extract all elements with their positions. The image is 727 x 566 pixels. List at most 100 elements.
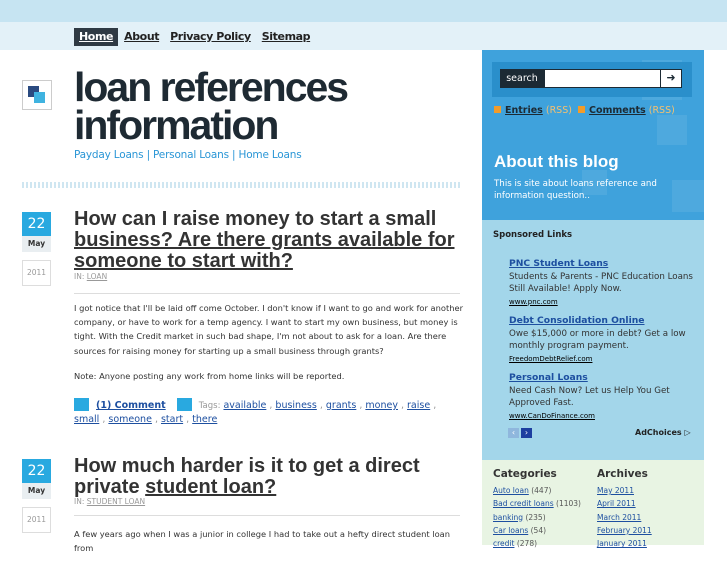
chevron-right-icon[interactable]: › (521, 428, 532, 438)
tag-link[interactable]: business (275, 400, 316, 411)
category-link[interactable]: Bad credit loans (493, 499, 554, 508)
tagline-personal-loans[interactable]: Personal Loans (153, 149, 229, 161)
list-item: March 2011 (597, 511, 652, 524)
rss-icon (494, 106, 501, 113)
rss-tag: (RSS) (648, 105, 675, 116)
sponsored-title: Sponsored Links (493, 230, 573, 240)
archive-link[interactable]: March 2011 (597, 513, 641, 522)
tag-link[interactable]: raise (407, 400, 430, 411)
nav-about[interactable]: About (119, 28, 164, 46)
ad-nav: ‹ › (508, 428, 532, 438)
top-band (0, 0, 727, 22)
ad-title-link[interactable]: Debt Consolidation Online (509, 315, 694, 328)
post-year: 2011 (22, 507, 51, 533)
post-title: How much harder is it to get a direct pr… (74, 456, 464, 498)
archives-title: Archives (597, 468, 648, 480)
list-item: Bad credit loans (1103) (493, 499, 581, 509)
chevron-left-icon[interactable]: ‹ (508, 428, 519, 438)
post-title: How can I raise money to start a small b… (74, 209, 464, 272)
ad-url[interactable]: www.pnc.com (509, 296, 694, 309)
archive-link[interactable]: April 2011 (597, 499, 636, 508)
tag-icon (176, 398, 192, 411)
ad-item: Personal Loans Need Cash Now? Let us Hel… (509, 372, 694, 422)
post-month: May (22, 236, 51, 252)
post-meta: (1) Comment Tags: available , business ,… (74, 398, 437, 425)
nav-home[interactable]: Home (74, 28, 119, 46)
category-link[interactable]: banking (493, 513, 523, 522)
category-link[interactable]: LOAN (87, 272, 107, 281)
tagline-payday-loans[interactable]: Payday Loans (74, 149, 144, 161)
rss-tag: (RSS) (545, 105, 572, 116)
ad-title-link[interactable]: Personal Loans (509, 372, 694, 385)
ad-item: PNC Student Loans Students & Parents - P… (509, 258, 694, 308)
category-link[interactable]: Car loans (493, 526, 528, 535)
rss-entries-link[interactable]: Entries (505, 105, 543, 116)
post-paragraph: A few years ago when I was a junior in c… (74, 529, 450, 554)
tag-link[interactable]: start (161, 414, 183, 425)
post-title-link[interactable]: business? Are there grants available for… (74, 229, 455, 272)
tag-link[interactable]: money (365, 400, 398, 411)
category-prefix: IN: (74, 497, 85, 506)
archives-list: May 2011 April 2011 March 2011 February … (597, 484, 652, 550)
dotted-divider (22, 182, 460, 188)
categories-list: Auto loan (447) Bad credit loans (1103) … (493, 484, 581, 550)
tag-link[interactable]: there (192, 414, 217, 425)
ad-title-link[interactable]: PNC Student Loans (509, 258, 694, 271)
ad-url[interactable]: www.CanDoFinance.com (509, 410, 694, 423)
nav-privacy-policy[interactable]: Privacy Policy (165, 28, 256, 46)
post-divider (74, 515, 460, 516)
post-day: 22 (22, 212, 51, 236)
tag-link[interactable]: grants (326, 400, 356, 411)
comments-link[interactable]: (1) Comment (96, 400, 166, 411)
archive-link[interactable]: May 2011 (597, 486, 634, 495)
adchoices-link[interactable]: AdChoices ▷ (635, 428, 691, 437)
tag-link[interactable]: small (74, 414, 99, 425)
post-date: 22 May 2011 (22, 459, 51, 533)
comment-icon[interactable] (74, 398, 89, 411)
post-category: IN: STUDENT LOAN (74, 497, 145, 506)
post-body: I got notice that I'll be laid off come … (74, 301, 466, 394)
tags-label: Tags: (198, 401, 221, 411)
site-logo-icon[interactable] (22, 80, 52, 110)
archive-link[interactable]: January 2011 (597, 539, 647, 548)
about-text: This is site about loans reference and i… (494, 179, 657, 201)
site-title[interactable]: loan references information (74, 67, 474, 146)
search-label: search (500, 69, 544, 88)
post-body: A few years ago when I was a junior in c… (74, 527, 466, 566)
archive-link[interactable]: February 2011 (597, 526, 652, 535)
tagline-separator: | (146, 149, 151, 161)
ad-text: Students & Parents - PNC Education Loans… (509, 271, 693, 295)
ad-text: Owe $15,000 or more in debt? Get a low m… (509, 328, 686, 352)
tag-link[interactable]: someone (108, 414, 152, 425)
tagline: Payday Loans | Personal Loans | Home Loa… (74, 149, 302, 161)
post-month: May (22, 483, 51, 499)
list-item: banking (235) (493, 512, 546, 522)
category-link[interactable]: credit (493, 539, 514, 548)
rss-icon (578, 106, 585, 113)
list-item: February 2011 (597, 524, 652, 537)
nav-sitemap[interactable]: Sitemap (257, 28, 315, 46)
ad-text: Need Cash Now? Let us Help You Get Appro… (509, 385, 670, 409)
list-item: Auto loan (447) (493, 486, 552, 495)
category-link[interactable]: STUDENT LOAN (87, 497, 145, 506)
post-paragraph: I got notice that I'll be laid off come … (74, 303, 463, 356)
list-item: credit (278) (493, 539, 538, 549)
search-submit-button[interactable]: ➜ (660, 69, 682, 88)
ad-item: Debt Consolidation Online Owe $15,000 or… (509, 315, 694, 365)
tag-link[interactable]: available (223, 400, 266, 411)
ad-url[interactable]: FreedomDebtRelief.com (509, 353, 694, 366)
rss-links: Entries (RSS) Comments (RSS) (494, 105, 675, 116)
search-input[interactable] (544, 69, 662, 88)
post-title-link[interactable]: student loan? (145, 476, 276, 498)
tagline-home-loans[interactable]: Home Loans (239, 149, 302, 161)
post-title-text[interactable]: How can I raise money to start a small (74, 208, 436, 230)
about-title: About this blog (494, 152, 619, 171)
rss-comments-link[interactable]: Comments (589, 105, 646, 116)
categories-title: Categories (493, 468, 557, 480)
list-item: April 2011 (597, 497, 652, 510)
list-item: May 2011 (597, 484, 652, 497)
tagline-separator: | (232, 149, 236, 161)
post-divider (74, 293, 460, 294)
category-link[interactable]: Auto loan (493, 486, 529, 495)
post-category: IN: LOAN (74, 272, 107, 281)
